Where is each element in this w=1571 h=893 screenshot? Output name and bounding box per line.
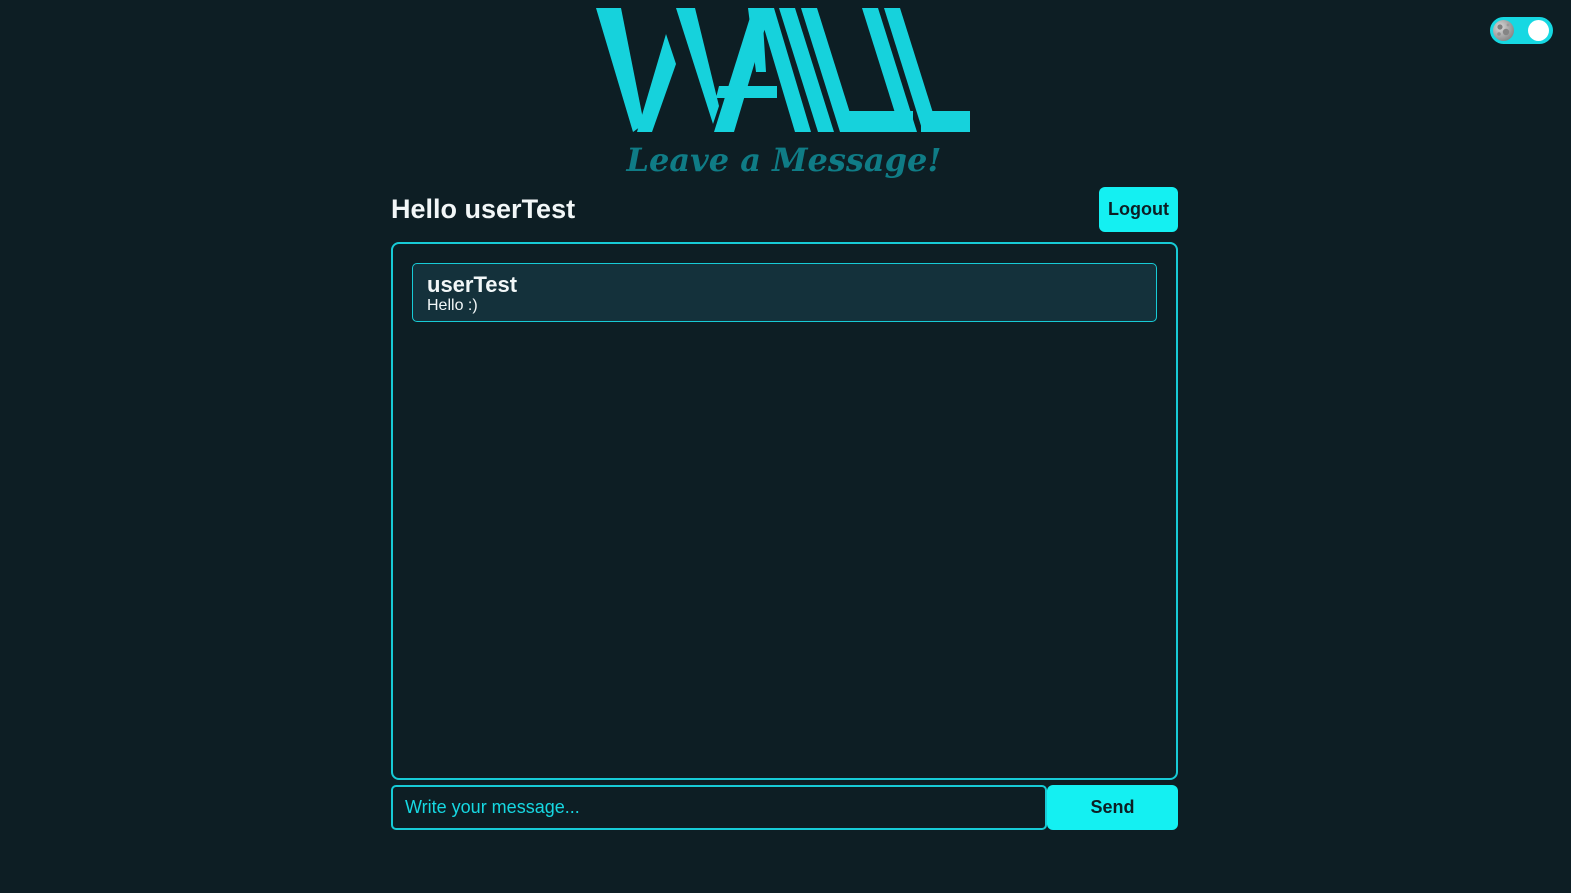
greeting-username: userTest xyxy=(464,194,576,224)
wall-page: Leave a Message! Hello userTest Logout u… xyxy=(0,0,1571,893)
message-composer: Send xyxy=(391,785,1178,830)
logo-wordmark xyxy=(596,8,970,132)
logout-button[interactable]: Logout xyxy=(1099,187,1178,232)
header: Hello userTest Logout xyxy=(391,187,1178,233)
message-card: userTest Hello :) xyxy=(412,263,1157,322)
theme-toggle[interactable] xyxy=(1490,17,1553,44)
message-input[interactable] xyxy=(391,785,1047,830)
message-author: userTest xyxy=(427,272,518,297)
greeting: Hello userTest xyxy=(391,194,575,225)
wall-logo: Leave a Message! xyxy=(596,6,974,184)
toggle-knob xyxy=(1528,20,1549,41)
greeting-space xyxy=(457,194,465,224)
logo-tagline: Leave a Message! xyxy=(626,141,942,179)
message-text: Hello :) xyxy=(427,297,478,314)
greeting-prefix: Hello xyxy=(391,194,458,224)
moon-icon xyxy=(1493,20,1514,41)
send-button[interactable]: Send xyxy=(1047,785,1178,830)
message-wall: userTest Hello :) xyxy=(391,242,1178,780)
